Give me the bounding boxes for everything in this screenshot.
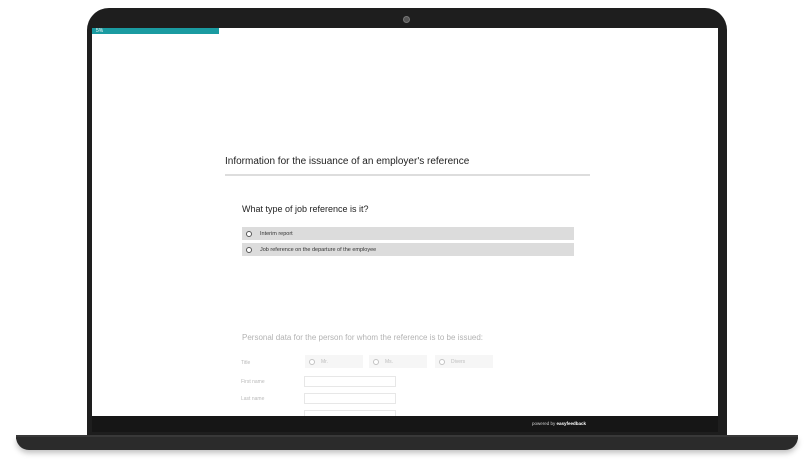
progress-fill <box>92 28 219 34</box>
title-option-label: Mr. <box>321 358 328 365</box>
section-divider <box>225 174 590 176</box>
title-option-mr[interactable]: Mr. <box>305 355 363 368</box>
first-name-label: First name <box>241 379 265 385</box>
question-title-job-reference-type: What type of job reference is it? <box>242 204 369 214</box>
camera-icon <box>403 16 410 23</box>
powered-by: powered by easyfeedback <box>532 421 586 426</box>
title-option-label: Divers <box>451 358 466 365</box>
brand-name: easyfeedback <box>556 421 587 426</box>
title-option-divers[interactable]: Divers <box>435 355 493 368</box>
laptop-base <box>16 437 798 450</box>
option-label: Job reference on the departure of the em… <box>260 246 377 253</box>
option-interim-report[interactable]: Interim report <box>242 227 574 240</box>
question-title-personal-data: Personal data for the person for whom th… <box>242 333 484 342</box>
section-title: Information for the issuance of an emplo… <box>225 156 470 167</box>
last-name-input[interactable] <box>304 393 396 404</box>
progress-label: 5% <box>96 28 104 34</box>
last-name-label: Last name <box>241 396 265 402</box>
radio-button-icon[interactable] <box>309 358 315 365</box>
footer-bar: powered by easyfeedback <box>92 416 718 432</box>
first-name-input[interactable] <box>304 376 396 387</box>
title-label: Title <box>241 360 251 366</box>
title-option-ms[interactable]: Ms. <box>369 355 427 368</box>
radio-button-icon[interactable] <box>373 358 379 365</box>
radio-button-icon[interactable] <box>246 246 252 253</box>
option-departure-reference[interactable]: Job reference on the departure of the em… <box>242 243 574 256</box>
radio-button-icon[interactable] <box>439 358 445 365</box>
title-option-label: Ms. <box>385 358 394 365</box>
option-label: Interim report <box>260 230 293 237</box>
powered-prefix: powered by <box>532 421 557 426</box>
progress-bar: 5% <box>92 28 718 34</box>
survey-screen: 5% Information for the issuance of an em… <box>92 28 718 416</box>
radio-button-icon[interactable] <box>246 230 252 237</box>
